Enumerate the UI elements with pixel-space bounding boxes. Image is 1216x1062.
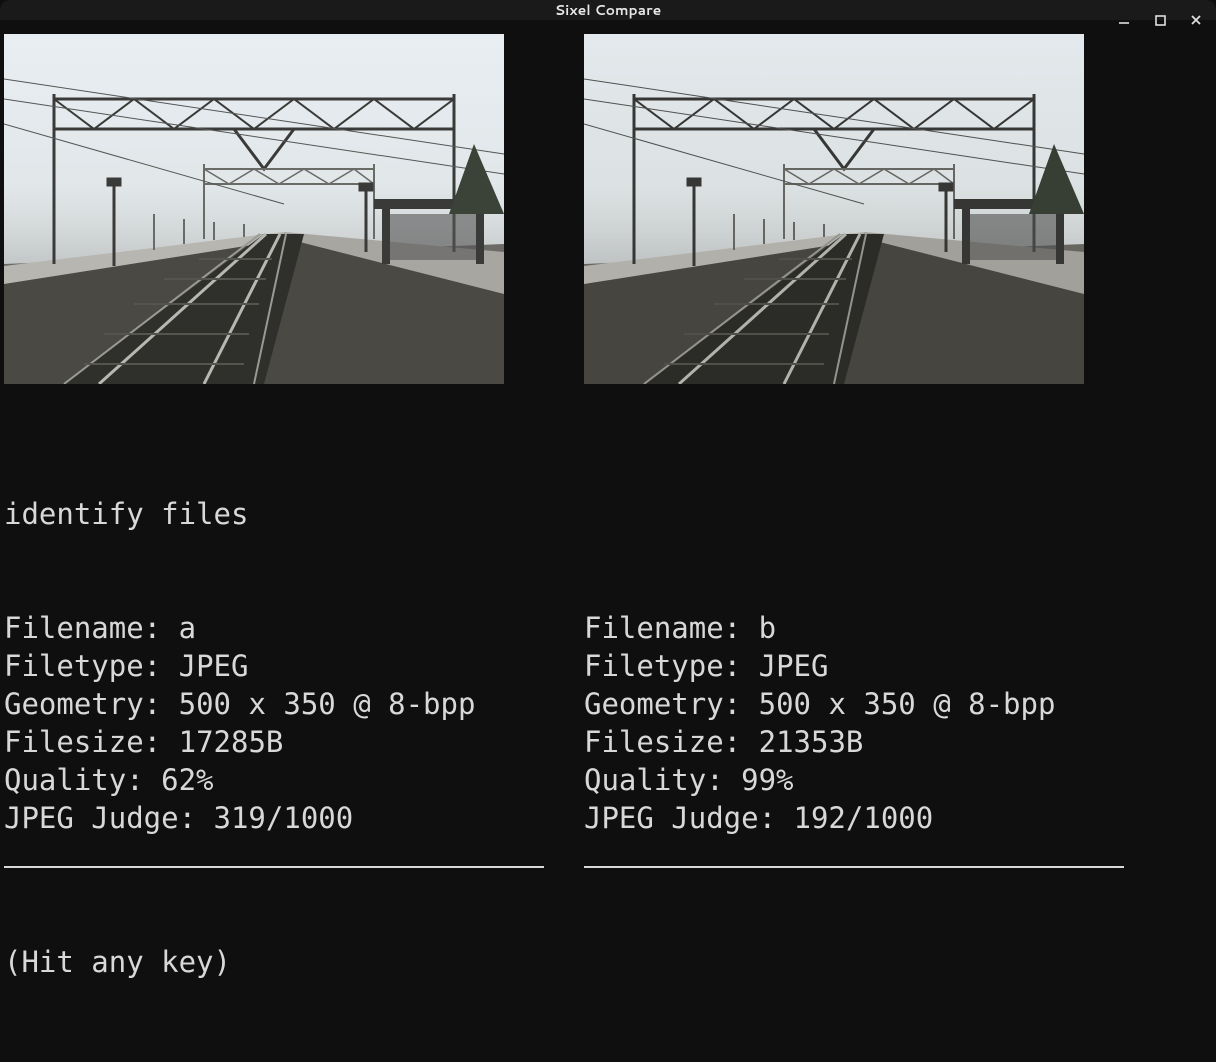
filename-label: Filename: xyxy=(4,611,179,645)
railway-image-a xyxy=(4,34,504,384)
right-column: Filename: b Filetype: JPEG Geometry: 500… xyxy=(584,610,1164,868)
window-title: Sixel Compare xyxy=(555,0,662,20)
left-image xyxy=(4,34,504,384)
minimize-icon xyxy=(1118,14,1130,26)
geometry-value: 500 x 350 @ 8-bpp xyxy=(179,687,476,721)
filesize-value: 21353B xyxy=(759,725,864,759)
filesize-value: 17285B xyxy=(179,725,284,759)
judge-label: JPEG Judge: xyxy=(4,801,214,835)
close-button[interactable] xyxy=(1184,8,1208,32)
left-underline xyxy=(4,866,544,868)
filetype-label: Filetype: xyxy=(584,649,759,683)
railway-image-b xyxy=(584,34,1084,384)
prompt-line: (Hit any key) xyxy=(4,944,1212,982)
left-column: Filename: a Filetype: JPEG Geometry: 500… xyxy=(4,610,584,868)
terminal-text: identify files Filename: a Filetype: JPE… xyxy=(4,420,1212,1058)
geometry-label: Geometry: xyxy=(4,687,179,721)
filename-value: b xyxy=(759,611,776,645)
judge-label: JPEG Judge: xyxy=(584,801,794,835)
terminal-viewport[interactable]: identify files Filename: a Filetype: JPE… xyxy=(0,20,1216,1062)
close-icon xyxy=(1190,14,1202,26)
window-controls xyxy=(1112,0,1208,40)
header-line: identify files xyxy=(4,496,1212,534)
filename-label: Filename: xyxy=(584,611,759,645)
right-image xyxy=(584,34,1084,384)
quality-value: 62% xyxy=(161,763,213,797)
judge-value: 192/1000 xyxy=(794,801,934,835)
images-row xyxy=(4,34,1212,384)
judge-value: 319/1000 xyxy=(214,801,354,835)
right-underline xyxy=(584,866,1124,868)
minimize-button[interactable] xyxy=(1112,8,1136,32)
filesize-label: Filesize: xyxy=(584,725,759,759)
quality-label: Quality: xyxy=(584,763,741,797)
titlebar: Sixel Compare xyxy=(0,0,1216,20)
maximize-button[interactable] xyxy=(1148,8,1172,32)
filetype-value: JPEG xyxy=(179,649,249,683)
geometry-label: Geometry: xyxy=(584,687,759,721)
app-window: Sixel Compare xyxy=(0,0,1216,907)
filetype-value: JPEG xyxy=(759,649,829,683)
filesize-label: Filesize: xyxy=(4,725,179,759)
columns: Filename: a Filetype: JPEG Geometry: 500… xyxy=(4,610,1212,868)
filename-value: a xyxy=(179,611,196,645)
geometry-value: 500 x 350 @ 8-bpp xyxy=(759,687,1056,721)
filetype-label: Filetype: xyxy=(4,649,179,683)
maximize-icon xyxy=(1155,15,1166,26)
quality-label: Quality: xyxy=(4,763,161,797)
quality-value: 99% xyxy=(741,763,793,797)
